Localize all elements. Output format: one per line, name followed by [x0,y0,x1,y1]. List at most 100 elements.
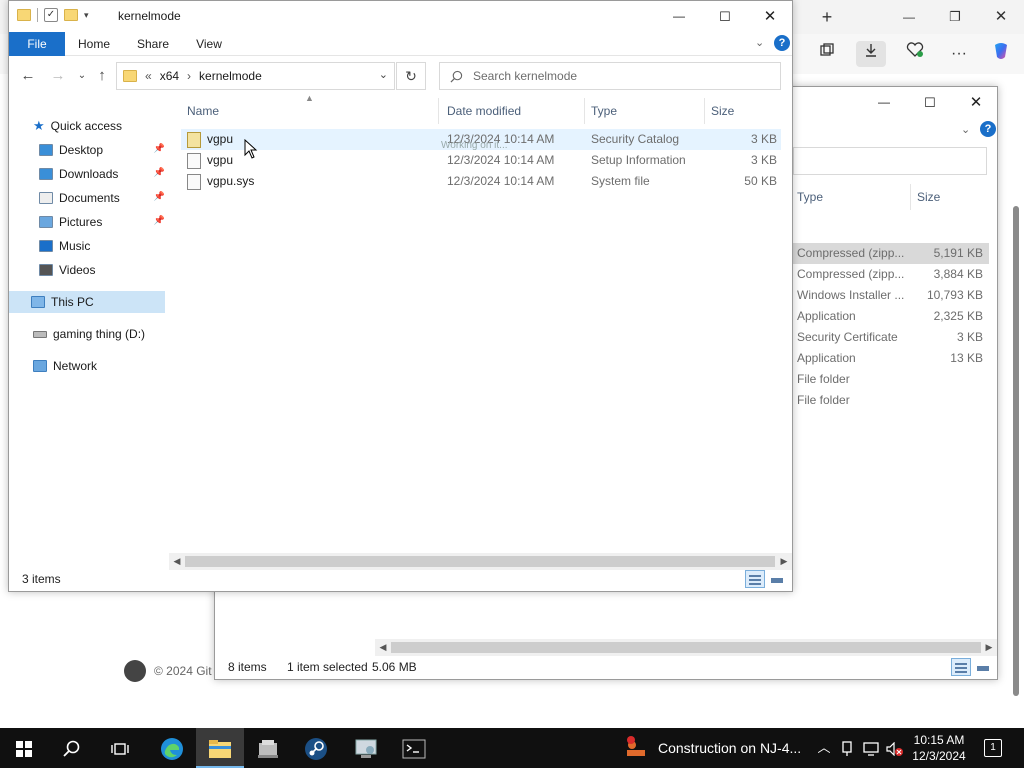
win2-ribbon-expand-icon[interactable]: ⌄ [961,123,970,136]
minimize-button[interactable]: — [656,1,702,32]
usb-device-icon[interactable] [836,728,858,768]
win2-scroll-right-icon[interactable]: ▶ [981,639,997,656]
volume-muted-icon[interactable] [884,728,906,768]
browser-close-button[interactable]: ✕ [986,6,1016,28]
win2-file-row[interactable]: Compressed (zipp... 3,884 KB [793,264,989,285]
browser-restore-button[interactable]: ❐ [940,6,970,28]
tab-view[interactable]: View [191,32,227,56]
win1-titlebar[interactable]: ✓ ▾ kernelmode — ☐ ✕ [9,1,792,32]
tab-share[interactable]: Share [133,32,173,56]
browser-scroll-thumb[interactable] [1013,206,1019,696]
maximize-button[interactable]: ☐ [702,1,748,32]
nav-this-pc[interactable]: This PC [9,291,165,313]
col-date-modified[interactable]: Date modified [441,98,585,124]
refresh-icon[interactable]: ↻ [396,62,426,90]
start-button[interactable] [0,728,48,768]
file-row[interactable]: vgpu 12/3/2024 10:14 AM Setup Information 3… [181,150,781,171]
nav-item-desktop[interactable]: Desktop 📌 [39,139,165,161]
breadcrumb-overflow[interactable]: « [145,69,152,83]
copilot-icon[interactable] [986,41,1016,67]
win2-scroll-left-icon[interactable]: ◀ [375,639,391,656]
health-icon[interactable] [900,41,930,67]
show-hidden-icons-chevron-icon[interactable]: ︿ [814,728,834,768]
win2-maximize-button[interactable]: ☐ [907,87,953,118]
computer-icon [31,296,45,308]
task-view-icon[interactable] [96,728,144,768]
breadcrumb-kernelmode[interactable]: kernelmode [199,69,262,83]
terminal-icon[interactable] [390,728,438,768]
notification-center-icon[interactable]: 1 [984,739,1002,757]
recent-locations-chevron-icon[interactable]: ⌄ [71,65,93,87]
win2-help-icon[interactable]: ? [980,121,996,137]
news-widget[interactable]: Construction on NJ-4... [624,728,801,768]
nav-quick-access[interactable]: ★ Quick access [33,115,122,137]
network-tray-icon[interactable] [860,728,882,768]
win2-search-input[interactable] [793,147,987,175]
file-explorer-taskbar-icon[interactable] [196,728,244,768]
clock[interactable]: 10:15 AM 12/3/2024 [904,732,974,764]
steam-icon[interactable] [292,728,340,768]
search-placeholder: Search kernelmode [473,69,578,83]
breadcrumb-chevron-icon[interactable]: › [187,69,191,83]
win2-minimize-button[interactable]: — [861,87,907,118]
scroll-thumb[interactable] [185,556,775,567]
large-icons-view-icon[interactable] [767,570,787,588]
win2-details-view-icon[interactable] [951,658,971,676]
nav-item-music[interactable]: Music [39,235,165,257]
win2-close-button[interactable]: ✕ [953,87,999,118]
win2-col-type[interactable]: Type [793,184,911,210]
col-size[interactable]: Size [705,98,781,124]
nav-item-videos[interactable]: Videos [39,259,165,281]
tab-home[interactable]: Home [73,32,115,56]
nav-item-pictures[interactable]: Pictures 📌 [39,211,165,233]
edge-icon[interactable] [148,728,196,768]
win2-horizontal-scrollbar[interactable]: ◀ ▶ [375,639,997,656]
search-taskbar-icon[interactable] [48,728,96,768]
github-logo-icon [124,660,146,682]
win2-col-size[interactable]: Size [911,184,987,210]
nav-network[interactable]: Network [33,355,97,377]
win2-scroll-thumb[interactable] [391,642,981,653]
help-icon[interactable]: ? [774,35,790,51]
win2-file-row[interactable]: Security Certificate 3 KB [793,327,989,348]
back-arrow-icon[interactable]: ← [17,65,39,87]
properties-icon[interactable]: ✓ [44,8,58,22]
new-folder-icon[interactable] [64,9,78,21]
file-row[interactable]: vgpu.sys 12/3/2024 10:14 AM System file 50 … [181,171,781,192]
download-icon[interactable] [856,41,886,67]
win2-file-type: Windows Installer ... [797,288,905,302]
up-arrow-icon[interactable]: ↑ [91,65,113,87]
details-view-icon[interactable] [745,570,765,588]
close-button[interactable]: ✕ [747,1,793,32]
collections-icon[interactable] [812,41,842,67]
nav-drive-d[interactable]: gaming thing (D:) [33,323,145,345]
nav-item-downloads[interactable]: Downloads 📌 [39,163,165,185]
address-dropdown-icon[interactable]: ⌄ [379,68,388,81]
file-name: vgpu.sys [207,174,255,188]
app-taskbar-icon[interactable] [244,728,292,768]
col-type[interactable]: Type [585,98,705,124]
win2-file-row[interactable]: Application 2,325 KB [793,306,989,327]
win2-file-row[interactable]: Windows Installer ... 10,793 KB [793,285,989,306]
device-manager-icon[interactable] [342,728,390,768]
forward-arrow-icon[interactable]: → [47,65,69,87]
new-tab-button[interactable]: + [812,6,842,28]
nav-item-documents[interactable]: Documents 📌 [39,187,165,209]
win2-file-row[interactable]: Application 13 KB [793,348,989,369]
ribbon-expand-icon[interactable]: ⌄ [755,36,764,49]
address-bar[interactable]: « x64 › kernelmode ⌄ [116,62,395,90]
win2-file-row[interactable]: File folder [793,369,989,390]
tab-file[interactable]: File [9,32,65,56]
browser-scrollbar[interactable] [1012,200,1020,700]
win2-file-row[interactable]: File folder [793,390,989,411]
breadcrumb-x64[interactable]: x64 [160,69,179,83]
more-icon[interactable]: ··· [944,41,974,67]
win2-large-icons-view-icon[interactable] [973,658,993,676]
search-input[interactable]: Search kernelmode [439,62,781,90]
file-type: Security Catalog [591,132,680,146]
col-name[interactable]: Name [181,98,439,124]
customize-toolbar-chevron-icon[interactable]: ▾ [84,10,89,21]
explorer-window-kernelmode[interactable]: ✓ ▾ kernelmode — ☐ ✕ File Home Share Vie… [8,0,793,592]
win2-file-row[interactable]: Compressed (zipp... 5,191 KB [793,243,989,264]
browser-minimize-button[interactable]: — [894,6,924,28]
